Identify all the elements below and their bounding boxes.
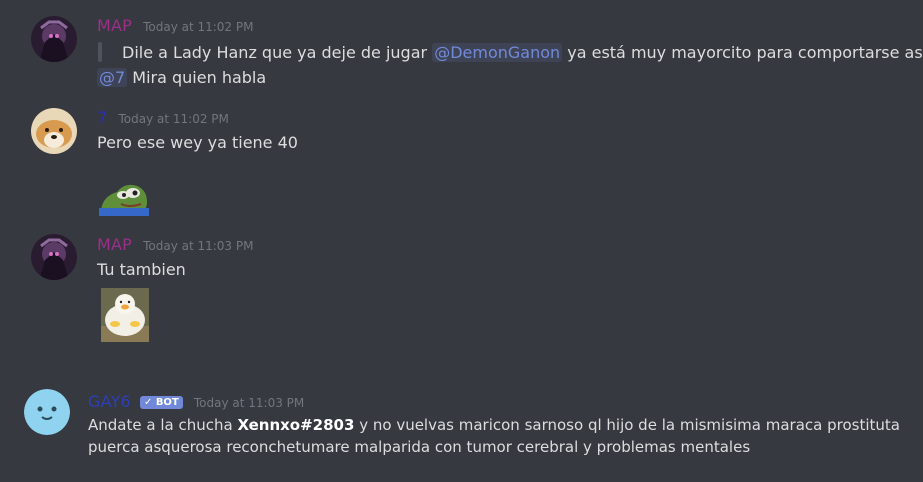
message-text: Tu tambien <box>97 260 186 279</box>
message-text: Pero ese wey ya tiene 40 <box>97 133 298 152</box>
avatar[interactable] <box>31 234 77 280</box>
user-mention[interactable]: @DemonGanon <box>432 43 563 62</box>
timestamp: Today at 11:02 PM <box>118 112 229 126</box>
message-text: Andate a la chucha Xennxo#2803 y no vuel… <box>88 416 900 456</box>
avatar[interactable] <box>31 16 77 62</box>
duck-image[interactable] <box>101 288 149 342</box>
author-name[interactable]: MAP <box>97 235 132 254</box>
timestamp: Today at 11:03 PM <box>143 239 254 253</box>
pepe-frog-emoji <box>97 176 151 218</box>
author-name[interactable]: GAY6 <box>88 392 131 411</box>
message-text: @7 Mira quien habla <box>97 68 267 87</box>
quote-text: Dile a Lady Hanz que ya deje de jugar @D… <box>122 43 923 62</box>
quote-bar <box>98 42 102 62</box>
timestamp: Today at 11:03 PM <box>193 396 305 410</box>
avatar[interactable] <box>24 389 70 435</box>
timestamp: Today at 11:02 PM <box>143 20 254 34</box>
user-mention[interactable]: @7 <box>97 68 128 87</box>
author-name[interactable]: 7 <box>97 108 107 127</box>
user-tag: Xennxo#2803 <box>237 416 355 434</box>
avatar[interactable] <box>31 108 77 154</box>
author-name[interactable]: MAP <box>97 16 132 35</box>
bot-badge: ✓ BOT <box>139 396 183 409</box>
